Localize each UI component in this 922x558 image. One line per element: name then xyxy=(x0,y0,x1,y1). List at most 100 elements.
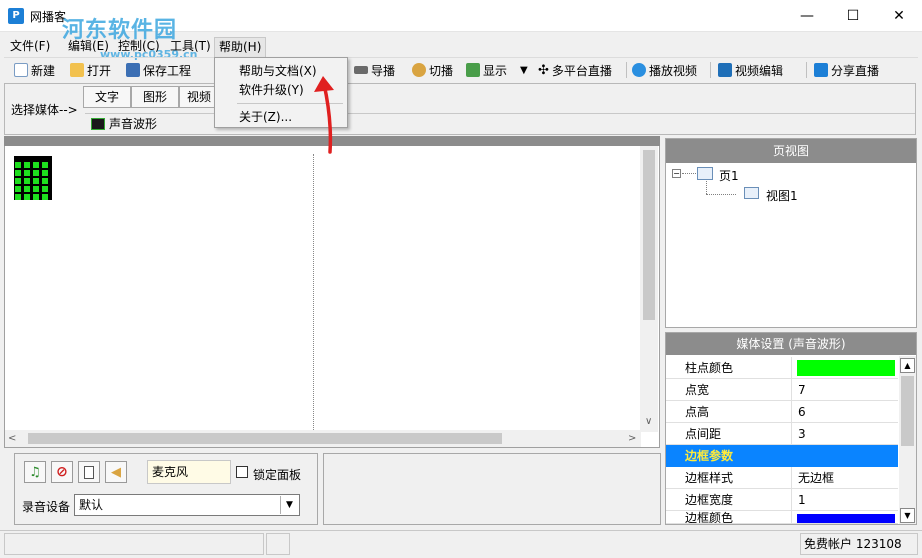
wave-bar xyxy=(15,194,21,200)
window-title: 网播客 xyxy=(30,10,67,24)
menu-help[interactable]: 帮助(H) xyxy=(214,37,267,57)
monitor-icon xyxy=(466,63,480,77)
wave-bar xyxy=(24,170,30,176)
tab-video[interactable]: 视频 xyxy=(179,86,219,108)
wave-bar xyxy=(24,162,30,168)
save-icon xyxy=(126,63,140,77)
property-value[interactable]: 7 xyxy=(794,379,896,401)
close-button[interactable]: ✕ xyxy=(876,0,922,32)
microphone-label[interactable]: 麦克风 xyxy=(147,460,231,484)
new-button[interactable]: 新建 xyxy=(14,60,55,80)
switch-button[interactable]: 切播 xyxy=(412,60,453,80)
media-selector-bar: 选择媒体--> 文字 图形 视频 声音波形 xyxy=(4,83,916,135)
video-edit-button[interactable]: 视频编辑 xyxy=(718,60,783,80)
menu-tools[interactable]: 工具(T) xyxy=(166,37,215,57)
lock-panel-checkbox[interactable] xyxy=(236,466,248,478)
volume-button[interactable]: ◀ xyxy=(105,461,127,483)
network-icon: ✣ xyxy=(538,62,549,78)
sound-wave-icon xyxy=(91,117,105,130)
music-button[interactable]: ♫ xyxy=(24,461,46,483)
display-button[interactable]: 显示 xyxy=(466,60,507,80)
hand-icon xyxy=(412,63,426,77)
no-entry-icon: ⊘ xyxy=(56,464,68,480)
property-row[interactable]: 点间距 3 xyxy=(666,423,898,445)
tree-connector xyxy=(706,194,736,195)
canvas-horizontal-scroll-thumb[interactable] xyxy=(28,433,502,444)
open-button[interactable]: 打开 xyxy=(70,60,111,80)
wave-bar xyxy=(42,170,48,176)
wave-bar xyxy=(15,186,21,192)
play-video-button[interactable]: 播放视频 xyxy=(632,60,697,80)
property-value[interactable]: 3 xyxy=(794,423,896,445)
tree-collapse-icon[interactable]: − xyxy=(672,169,681,178)
stop-button[interactable]: ⊘ xyxy=(51,461,73,483)
scroll-right-arrow-icon[interactable]: > xyxy=(628,433,636,444)
scroll-down-arrow-icon[interactable]: ∨ xyxy=(645,416,652,427)
bar-color-swatch[interactable] xyxy=(797,360,895,376)
property-name: 边框宽度 xyxy=(666,489,792,511)
property-row[interactable]: 柱点颜色 xyxy=(666,357,898,379)
page-view-header: 页视图 xyxy=(666,139,916,163)
music-note-icon: ♫ xyxy=(29,464,41,480)
scroll-down-arrow-icon[interactable]: ▼ xyxy=(900,508,915,523)
property-name: 柱点颜色 xyxy=(666,357,792,379)
clipboard-button[interactable] xyxy=(78,461,100,483)
wave-bar xyxy=(42,194,48,200)
property-row[interactable]: 点高 6 xyxy=(666,401,898,423)
wave-bar xyxy=(24,186,30,192)
property-row[interactable]: 点宽 7 xyxy=(666,379,898,401)
toolbar-separator xyxy=(626,62,627,78)
page-icon xyxy=(697,167,713,180)
speaker-icon: ◀ xyxy=(111,464,121,480)
canvas-vertical-scroll-thumb[interactable] xyxy=(643,150,655,320)
display-dropdown-icon[interactable]: ▼ xyxy=(520,60,528,80)
red-arrow-annotation xyxy=(314,76,334,154)
clipboard-icon xyxy=(84,465,94,479)
wave-bar xyxy=(24,194,30,200)
border-color-swatch[interactable] xyxy=(797,514,895,523)
sound-wave-item[interactable]: 声音波形 xyxy=(85,113,915,133)
status-cell xyxy=(266,533,290,555)
property-row[interactable]: 边框样式 无边框 xyxy=(666,467,898,489)
menu-file[interactable]: 文件(F) xyxy=(6,37,54,57)
toolbar-separator xyxy=(806,62,807,78)
chevron-down-icon[interactable]: ▼ xyxy=(280,496,298,514)
tab-text[interactable]: 文字 xyxy=(83,86,131,108)
tab-shape[interactable]: 图形 xyxy=(131,86,179,108)
wave-bar xyxy=(42,178,48,184)
minimize-button[interactable]: — xyxy=(784,0,830,32)
property-value[interactable]: 无边框 xyxy=(794,467,896,489)
tree-node-view[interactable]: 视图1 xyxy=(766,187,798,204)
menu-control[interactable]: 控制(C) xyxy=(114,37,164,57)
guide-button[interactable]: 导播 xyxy=(354,60,395,80)
settings-scroll-thumb[interactable] xyxy=(901,376,914,446)
save-project-button[interactable]: 保存工程 xyxy=(126,60,191,80)
tree-node-page[interactable]: 页1 xyxy=(719,167,739,184)
scroll-up-arrow-icon[interactable]: ▲ xyxy=(900,358,915,373)
wave-bar xyxy=(33,162,39,168)
lock-panel-label: 锁定面板 xyxy=(253,468,302,482)
property-value[interactable]: 1 xyxy=(794,489,896,511)
border-params-section[interactable]: 边框参数 xyxy=(666,445,898,467)
property-row[interactable]: 边框颜色 xyxy=(666,511,898,524)
wave-bar xyxy=(33,186,39,192)
new-file-icon xyxy=(14,63,28,77)
folder-icon xyxy=(70,63,84,77)
app-icon: P xyxy=(8,8,24,24)
share-live-button[interactable]: 分享直播 xyxy=(814,60,879,80)
maximize-button[interactable]: ☐ xyxy=(830,0,876,32)
scroll-left-arrow-icon[interactable]: < xyxy=(8,433,16,444)
bottom-middle-panel xyxy=(323,453,661,525)
menu-bar: 文件(F) 编辑(E) 控制(C) 工具(T) 帮助(H) xyxy=(0,35,922,57)
property-row[interactable]: 边框宽度 1 xyxy=(666,489,898,511)
menu-edit[interactable]: 编辑(E) xyxy=(64,37,113,57)
share-icon xyxy=(814,63,828,77)
property-value[interactable]: 6 xyxy=(794,401,896,423)
wave-bar xyxy=(15,162,21,168)
property-name: 边框颜色 xyxy=(666,511,792,523)
multi-platform-live-button[interactable]: ✣ 多平台直播 xyxy=(538,60,612,80)
record-device-label: 录音设备 xyxy=(22,500,71,514)
property-name: 点宽 xyxy=(666,379,792,401)
sound-wave-widget[interactable] xyxy=(14,156,52,200)
record-device-select[interactable]: 默认 xyxy=(74,494,300,516)
